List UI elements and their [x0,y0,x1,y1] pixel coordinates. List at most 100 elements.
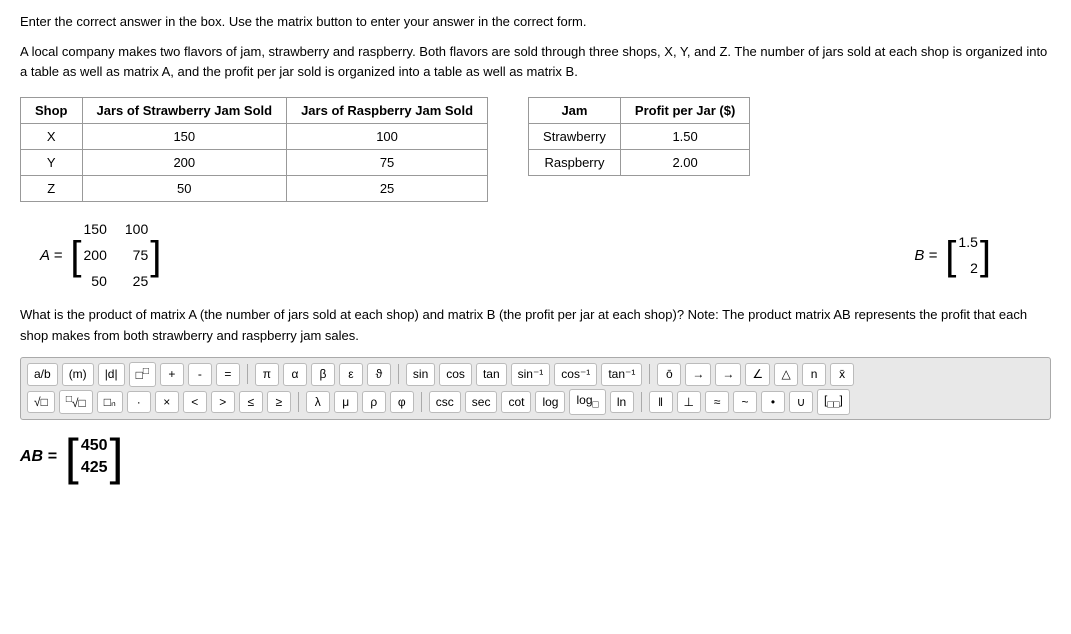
table-b: Jam Profit per Jar ($) Strawberry 1.50 R… [528,97,750,176]
tb-rho[interactable]: ρ [362,391,386,414]
tb-fraction[interactable]: a/b [27,363,58,386]
tb-sec[interactable]: sec [465,391,498,414]
tb-subscript[interactable]: □ₙ [97,391,123,414]
tb-row-strawberry-profit: 1.50 [620,124,749,150]
tb-pi[interactable]: π [255,363,279,386]
tb-union[interactable]: ∪ [789,391,813,414]
tb-equals[interactable]: = [216,363,240,386]
tb-n[interactable]: n [802,363,826,386]
table-row: Raspberry 2.00 [529,150,750,176]
row-z-strawberry: 50 [82,176,287,202]
tb-greater[interactable]: > [211,391,235,414]
tb-row-raspberry-profit: 2.00 [620,150,749,176]
tb-nthroot[interactable]: □√□ [59,390,93,415]
tb-arcsin[interactable]: sin⁻¹ [511,363,551,386]
tb-approx[interactable]: ≈ [705,391,729,414]
tb-plus[interactable]: + [160,363,184,386]
tb-bullet[interactable]: • [761,391,785,414]
tb-matrix-input[interactable]: [□□] [817,389,850,415]
tb-sep-5 [421,392,422,412]
tb-parallel[interactable]: ‖ [649,391,673,414]
right-bracket-answer: ] [110,432,124,482]
tb-paren[interactable]: (m) [62,363,94,386]
tb-row-raspberry-jam: Raspberry [529,150,621,176]
tb-dot[interactable]: · [127,391,151,414]
row-x-shop: X [21,124,83,150]
tb-log[interactable]: log [535,391,565,414]
ma-r2c0: 50 [84,270,107,294]
table-b-header-profit: Profit per Jar ($) [620,98,749,124]
row-y-raspberry: 75 [287,150,488,176]
row-z-shop: Z [21,176,83,202]
tb-logn[interactable]: log□ [569,389,605,415]
matrix-b-expr: B = [ 1.5 2 ] [914,231,991,281]
mb-r1c0: 2 [958,257,977,281]
ma-r2c1: 25 [125,270,148,294]
table-a-header-raspberry: Jars of Raspberry Jam Sold [287,98,488,124]
tb-sep-1 [247,364,248,384]
tb-times[interactable]: × [155,391,179,414]
tb-phi[interactable]: φ [390,391,414,414]
tb-tan[interactable]: tan [476,363,507,386]
table-row: X 150 100 [21,124,488,150]
question-text: What is the product of matrix A (the num… [20,305,1051,347]
answer-row-2: 425 [81,459,108,477]
row-y-strawberry: 200 [82,150,287,176]
tb-overline[interactable]: ō [657,363,681,386]
matrix-a-expr: A = [ 150 100 200 75 50 25 ] [40,218,161,293]
matrix-b-content: 1.5 2 [958,231,977,281]
tb-sep-3 [649,364,650,384]
table-b-header-jam: Jam [529,98,621,124]
tb-lambda[interactable]: λ [306,391,330,414]
table-row: Z 50 25 [21,176,488,202]
tb-arrow2[interactable]: → [715,363,741,386]
matrix-section: A = [ 150 100 200 75 50 25 ] B = [ 1.5 2… [40,218,1051,293]
row-x-strawberry: 150 [82,124,287,150]
table-row: Strawberry 1.50 [529,124,750,150]
right-bracket-a: ] [150,236,161,276]
tb-tilde[interactable]: ~ [733,391,757,414]
tb-theta[interactable]: ϑ [367,363,391,386]
tb-arctan[interactable]: tan⁻¹ [601,363,642,386]
answer-row-1: 450 [81,437,108,455]
tb-angle[interactable]: ∠ [745,363,770,386]
tb-triangle[interactable]: △ [774,363,798,386]
tb-mu[interactable]: μ [334,391,358,414]
table-a: Shop Jars of Strawberry Jam Sold Jars of… [20,97,488,202]
tb-cos[interactable]: cos [439,363,472,386]
tables-section: Shop Jars of Strawberry Jam Sold Jars of… [20,97,1051,202]
matrix-a-bracket: [ 150 100 200 75 50 25 ] [70,218,161,293]
tb-arccos[interactable]: cos⁻¹ [554,363,597,386]
table-a-header-shop: Shop [21,98,83,124]
tb-alpha[interactable]: α [283,363,307,386]
tb-sep-6 [641,392,642,412]
tb-power[interactable]: □□ [129,362,156,387]
tb-cot[interactable]: cot [501,391,531,414]
tb-leq[interactable]: ≤ [239,391,263,414]
math-toolbar: a/b (m) |d| □□ + - = π α β ε ϑ sin cos t… [20,357,1051,420]
table-row: Y 200 75 [21,150,488,176]
left-bracket-b: [ [945,236,956,276]
tb-csc[interactable]: csc [429,391,461,414]
tb-xbar[interactable]: x̄ [830,363,854,386]
tb-epsilon[interactable]: ε [339,363,363,386]
row-z-raspberry: 25 [287,176,488,202]
answer-matrix: [ 450 425 ] [65,432,124,482]
tb-geq[interactable]: ≥ [267,391,291,414]
ma-r0c0: 150 [84,218,107,242]
toolbar-row-1: a/b (m) |d| □□ + - = π α β ε ϑ sin cos t… [27,362,1044,387]
tb-row-strawberry-jam: Strawberry [529,124,621,150]
answer-section: AB = [ 450 425 ] [20,432,1051,482]
tb-beta[interactable]: β [311,363,335,386]
left-bracket-answer: [ [65,432,79,482]
answer-values: 450 425 [81,437,108,477]
tb-ln[interactable]: ln [610,391,634,414]
tb-arrow1[interactable]: → [685,363,711,386]
tb-sin[interactable]: sin [406,363,435,386]
tb-sqrt[interactable]: √□ [27,391,55,414]
tb-perp[interactable]: ⊥ [677,391,701,414]
tb-sep-2 [398,364,399,384]
tb-abs[interactable]: |d| [98,363,125,386]
tb-minus[interactable]: - [188,363,212,386]
tb-less[interactable]: < [183,391,207,414]
